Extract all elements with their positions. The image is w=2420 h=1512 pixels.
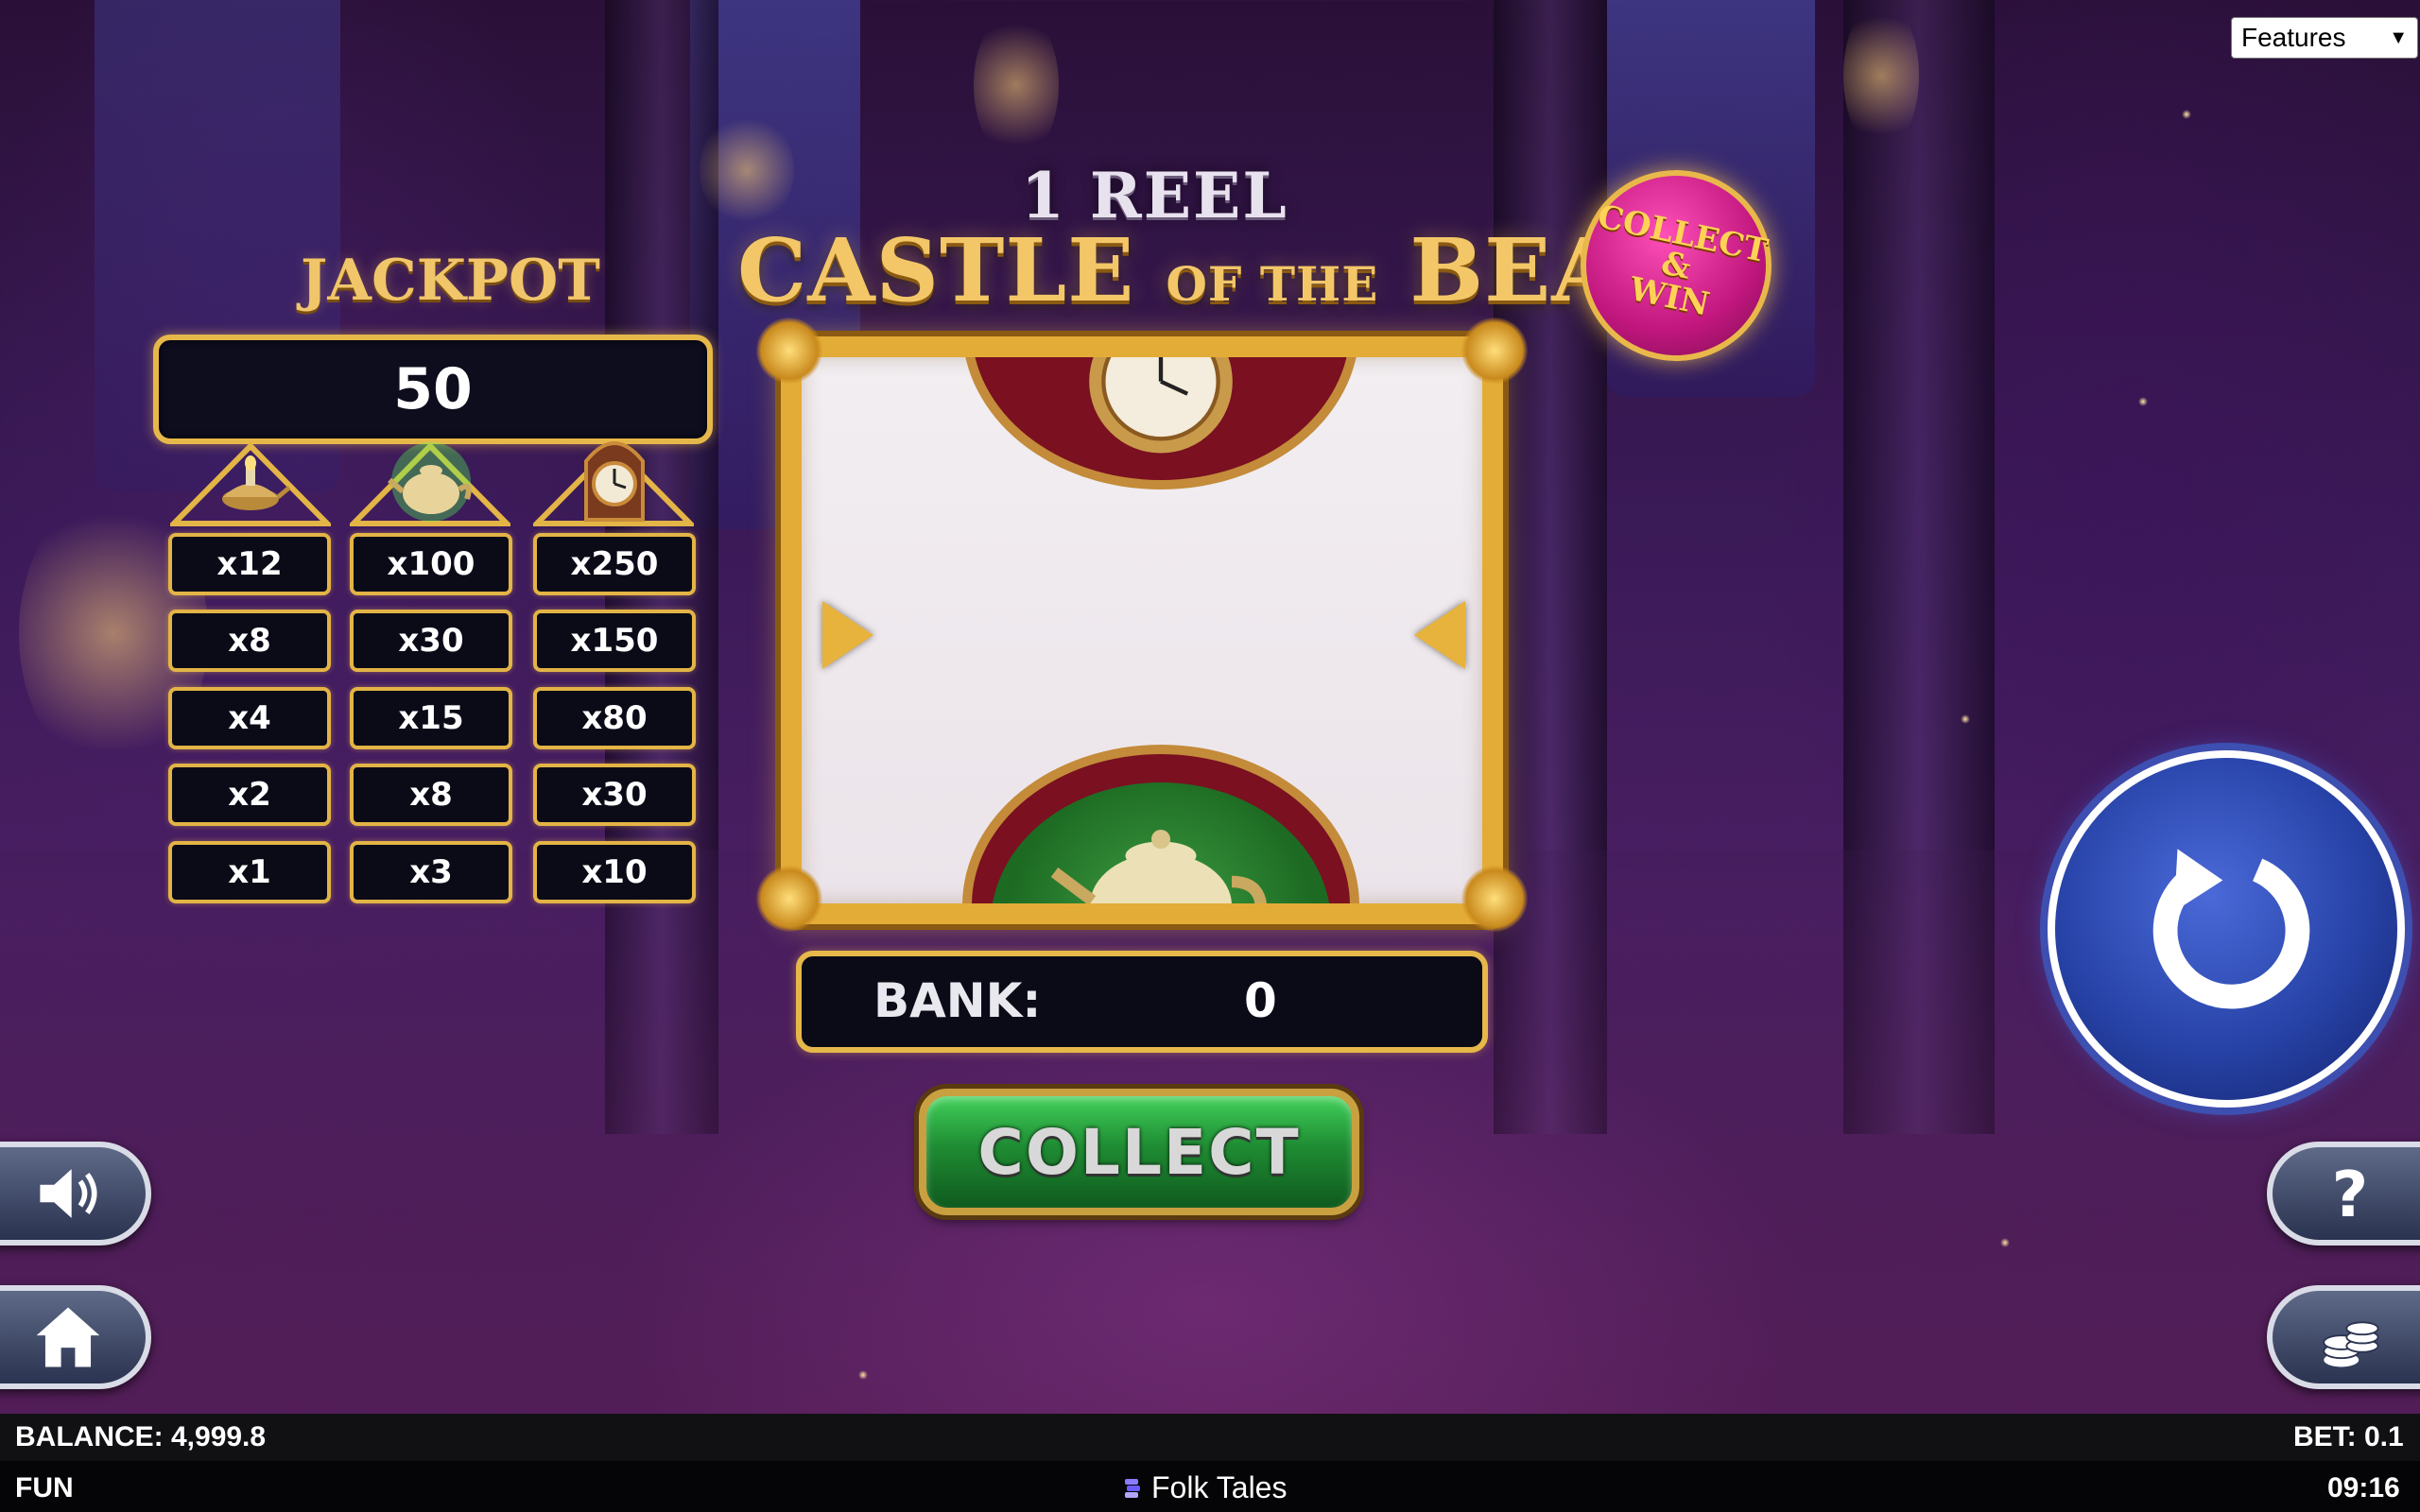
home-button[interactable] xyxy=(0,1285,151,1389)
multiplier-cell: x3 xyxy=(350,841,512,903)
multiplier-cell: x100 xyxy=(350,533,512,595)
lamp-icon xyxy=(210,442,291,524)
frame-ornament xyxy=(1461,318,1528,384)
reel-symbol-bottom xyxy=(962,745,1359,903)
sparkle xyxy=(1961,714,1970,724)
multiplier-cell: x8 xyxy=(350,764,512,826)
multiplier-cell: x1 xyxy=(168,841,331,903)
spin-icon xyxy=(2152,849,2310,1009)
game-title-part: OF THE xyxy=(1166,256,1379,312)
bet-display: BET: 0.1 xyxy=(2293,1421,2404,1452)
reel-pointer-right-icon xyxy=(1414,601,1465,669)
multiplier-cell: x2 xyxy=(168,764,331,826)
sparkle xyxy=(2182,110,2191,119)
sparkle xyxy=(2000,1238,2010,1247)
multiplier-cell: x30 xyxy=(533,764,696,826)
badge-line: WIN xyxy=(1626,269,1713,324)
reel-symbol-top xyxy=(962,357,1359,490)
question-icon: ? xyxy=(2332,1159,2369,1228)
multiplier-cell: x80 xyxy=(533,687,696,749)
status-bar xyxy=(0,1414,2420,1461)
jackpot-value-box: 50 xyxy=(153,335,713,444)
teapot-icon xyxy=(386,438,476,524)
teapot-icon xyxy=(991,782,1331,903)
bank-label: BANK: xyxy=(873,973,1042,1028)
features-select-value: Features xyxy=(2241,23,2346,52)
spin-button[interactable] xyxy=(2048,750,2405,1108)
multiplier-cell: x250 xyxy=(533,533,696,595)
svg-text:?: ? xyxy=(2332,1159,2369,1228)
coins-icon xyxy=(2323,1321,2379,1367)
multiplier-cell: x15 xyxy=(350,687,512,749)
collect-button[interactable]: COLLECT xyxy=(919,1089,1359,1215)
multiplier-cell: x30 xyxy=(350,610,512,672)
clock-icon xyxy=(1089,357,1233,454)
jackpot-label: JACKPOT xyxy=(301,248,600,314)
candle-glow xyxy=(974,9,1059,161)
multiplier-cell: x12 xyxy=(168,533,331,595)
game-title-part: CASTLE xyxy=(737,219,1135,321)
brand-name: Folk Tales xyxy=(1151,1470,1288,1504)
clock-icon xyxy=(577,429,652,524)
features-select[interactable]: Features ▼ xyxy=(2231,17,2418,59)
sparkle xyxy=(858,1370,868,1380)
frame-ornament xyxy=(756,866,822,932)
bank-display: BANK: 0 xyxy=(796,951,1488,1053)
brand-logo-icon xyxy=(1125,1478,1140,1498)
bet-settings-button[interactable] xyxy=(2267,1285,2420,1389)
multiplier-cell: x10 xyxy=(533,841,696,903)
sound-button[interactable] xyxy=(0,1142,151,1246)
multiplier-cell: x150 xyxy=(533,610,696,672)
clock-time: 09:16 xyxy=(2327,1472,2400,1503)
bank-value: 0 xyxy=(1244,973,1277,1028)
frame-ornament xyxy=(1461,866,1528,932)
brand-label: Folk Tales xyxy=(1123,1470,1287,1505)
balance-display: BALANCE: 4,999.8 xyxy=(15,1421,267,1452)
candle-glow xyxy=(1843,0,1919,151)
home-icon xyxy=(36,1307,100,1367)
help-button[interactable]: ? xyxy=(2267,1142,2420,1246)
multiplier-cell: x4 xyxy=(168,687,331,749)
chevron-down-icon: ▼ xyxy=(2389,26,2408,48)
frame-ornament xyxy=(756,318,822,384)
candle-glow xyxy=(700,113,794,227)
reel-window xyxy=(781,336,1503,924)
reel-pointer-left-icon xyxy=(822,601,873,669)
sparkle xyxy=(2138,397,2148,406)
mode-label: FUN xyxy=(15,1472,74,1503)
jackpot-value: 50 xyxy=(393,356,473,422)
speaker-icon xyxy=(40,1169,97,1218)
multiplier-cell: x8 xyxy=(168,610,331,672)
